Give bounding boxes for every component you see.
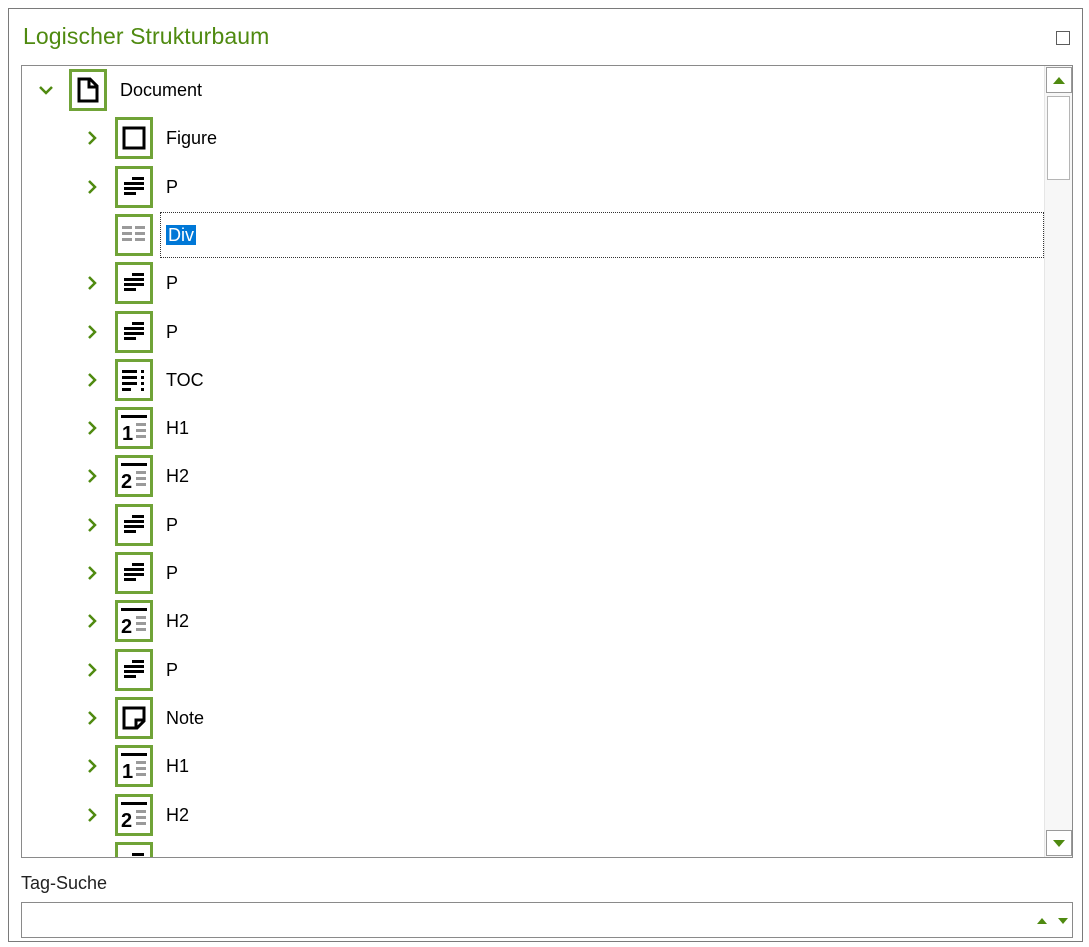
tree-node-label: P: [166, 563, 179, 583]
tree-node-label: P: [166, 660, 179, 680]
scroll-thumb[interactable]: [1047, 96, 1070, 180]
tree-node[interactable]: P: [22, 501, 1042, 549]
chevron-right-icon[interactable]: [84, 273, 100, 293]
scroll-down-button[interactable]: [1046, 830, 1072, 856]
tree-node[interactable]: P: [22, 549, 1042, 597]
paragraph-icon: [115, 842, 153, 857]
tree-node-label: P: [166, 177, 179, 197]
chevron-right-icon[interactable]: [84, 177, 100, 197]
chevron-right-icon[interactable]: [84, 660, 100, 680]
tree-node-document[interactable]: Document: [22, 66, 1042, 114]
tree-node-label: H1: [166, 418, 190, 438]
chevron-right-icon[interactable]: [84, 756, 100, 776]
heading2-icon: 2: [115, 794, 153, 836]
scroll-up-button[interactable]: [1046, 67, 1072, 93]
vertical-scrollbar[interactable]: [1044, 66, 1072, 857]
chevron-right-icon[interactable]: [84, 563, 100, 583]
chevron-down-icon[interactable]: [38, 80, 54, 100]
tree-node-label: Figure: [166, 128, 218, 148]
chevron-right-icon[interactable]: [84, 322, 100, 342]
chevron-right-icon[interactable]: [84, 128, 100, 148]
paragraph-icon: [115, 166, 153, 208]
tree-node[interactable]: Note: [22, 694, 1042, 742]
spin-up-icon[interactable]: [1037, 917, 1047, 925]
tree-node-label: Div: [166, 225, 196, 245]
paragraph-icon: [115, 311, 153, 353]
paragraph-icon: [115, 262, 153, 304]
tag-search-input[interactable]: [26, 905, 1006, 935]
heading2-icon: 2: [115, 455, 153, 497]
chevron-right-icon[interactable]: [84, 515, 100, 535]
tree-node[interactable]: P: [22, 646, 1042, 694]
svg-text:1: 1: [122, 761, 133, 780]
heading1-icon: 1: [115, 407, 153, 449]
chevron-right-icon[interactable]: [84, 370, 100, 390]
heading1-icon: 1: [115, 745, 153, 787]
paragraph-icon: [115, 649, 153, 691]
tree-node[interactable]: Figure: [22, 114, 1042, 162]
tree-node[interactable]: Div: [22, 211, 1044, 259]
toc-icon: [115, 359, 153, 401]
document-icon: [69, 69, 107, 111]
tree-node-label: Note: [166, 708, 205, 728]
tree-node[interactable]: 2 H2: [22, 452, 1042, 500]
chevron-right-icon[interactable]: [84, 611, 100, 631]
tree-node-label: H2: [166, 466, 190, 486]
chevron-right-icon[interactable]: [84, 418, 100, 438]
structure-tree[interactable]: Document Figure P Div P P TOC 1 H1 2 H2 P P 2 H2 P Note 1…: [21, 65, 1073, 858]
triangle-up-icon: [1053, 76, 1065, 84]
tree-node[interactable]: 2 H2: [22, 597, 1042, 645]
tree-node[interactable]: TOC: [22, 356, 1042, 404]
svg-text:2: 2: [121, 471, 132, 490]
tree-node[interactable]: 1 H1: [22, 404, 1042, 452]
tree-node-label: P: [166, 322, 179, 342]
panel-title: Logischer Strukturbaum: [23, 23, 270, 49]
chevron-right-icon[interactable]: [84, 805, 100, 825]
svg-text:2: 2: [121, 810, 132, 829]
tree-node-label: H1: [166, 756, 190, 776]
chevron-right-icon[interactable]: [84, 708, 100, 728]
tree-node[interactable]: P: [22, 308, 1042, 356]
tree-node-label: H2: [166, 805, 190, 825]
tree-node[interactable]: P: [22, 163, 1042, 211]
tree-node[interactable]: 1 H1: [22, 742, 1042, 790]
heading2-icon: 2: [115, 600, 153, 642]
tree-node[interactable]: P: [22, 259, 1042, 307]
structure-tree-panel: Logischer Strukturbaum Document Figure P Di…: [8, 8, 1083, 942]
tag-search-label: Tag-Suche: [21, 873, 108, 893]
svg-text:1: 1: [122, 423, 133, 442]
tree-node-label: P: [166, 515, 179, 535]
tree-node-label: P: [166, 273, 179, 293]
div-icon: [115, 214, 153, 256]
chevron-right-icon[interactable]: [84, 466, 100, 486]
tree-node[interactable]: [22, 839, 1042, 857]
note-icon: [115, 697, 153, 739]
paragraph-icon: [115, 552, 153, 594]
svg-text:2: 2: [121, 616, 132, 635]
spin-down-icon[interactable]: [1058, 917, 1068, 925]
figure-icon: [115, 117, 153, 159]
triangle-down-icon: [1053, 839, 1065, 847]
tree-node-label: Document: [120, 80, 203, 100]
selection-focus-rect: [160, 212, 1044, 258]
maximize-icon[interactable]: [1056, 31, 1070, 45]
tree-node-label: H2: [166, 611, 190, 631]
tree-node-label: TOC: [166, 370, 204, 390]
paragraph-icon: [115, 504, 153, 546]
tag-search-field[interactable]: [21, 902, 1073, 938]
tree-node[interactable]: 2 H2: [22, 791, 1042, 839]
